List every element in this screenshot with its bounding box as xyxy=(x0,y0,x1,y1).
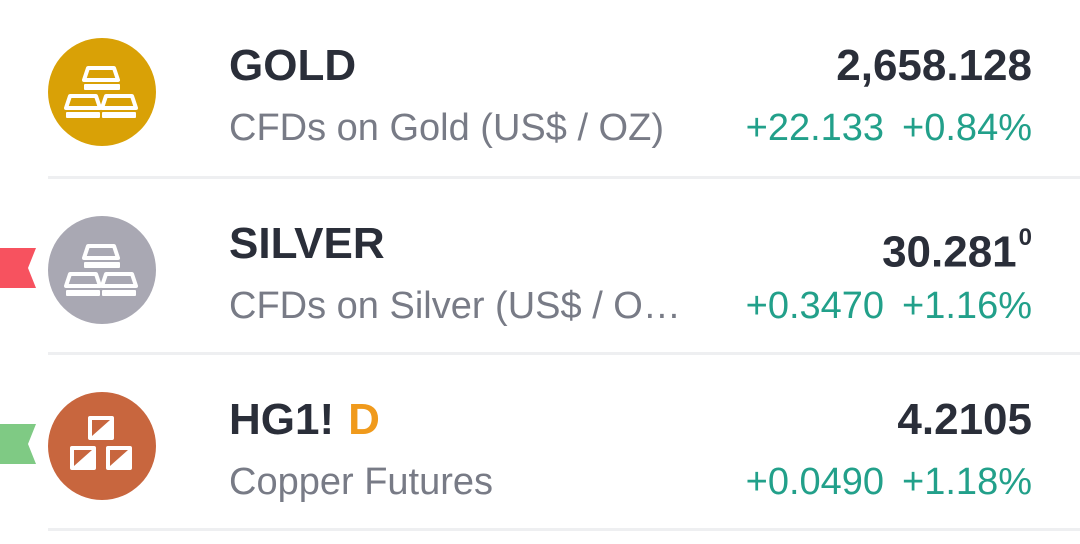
symbol-label: GOLD xyxy=(229,41,357,90)
price-change: +22.133 +0.84% xyxy=(746,104,1032,152)
change-percent: +1.16% xyxy=(902,285,1032,327)
green-flag-icon[interactable] xyxy=(0,424,36,464)
price-change: +0.3470 +1.16% xyxy=(746,282,1032,330)
gold-bars-icon xyxy=(48,38,156,146)
symbol-description: Copper Futures xyxy=(229,461,494,503)
symbol-label: HG1! D xyxy=(229,395,380,444)
change-value: +0.0490 xyxy=(745,461,885,503)
symbol-description: CFDs on Gold (US$ / OZ) xyxy=(229,107,664,149)
symbol-label: SILVER xyxy=(229,219,385,268)
delayed-badge: D xyxy=(348,395,380,444)
watchlist-row-gold[interactable]: GOLD CFDs on Gold (US$ / OZ) 2,658.128 +… xyxy=(0,0,1080,176)
last-price: 4.2105 xyxy=(897,395,1032,444)
row-divider xyxy=(48,528,1080,531)
watchlist: GOLD CFDs on Gold (US$ / OZ) 2,658.128 +… xyxy=(0,0,1080,544)
change-percent: +0.84% xyxy=(902,107,1032,149)
change-value: +0.3470 xyxy=(745,285,885,327)
change-percent: +1.18% xyxy=(902,461,1032,503)
price-change: +0.0490 +1.18% xyxy=(746,458,1032,506)
last-price: 2,658.128 xyxy=(836,41,1032,90)
symbol-description: CFDs on Silver (US$ / O… xyxy=(229,285,681,327)
last-price: 30.2810 xyxy=(882,224,1032,277)
change-value: +22.133 xyxy=(745,107,885,149)
price-superscript: 0 xyxy=(1018,224,1032,251)
copper-blocks-icon xyxy=(48,392,156,500)
watchlist-row-silver[interactable]: SILVER CFDs on Silver (US$ / O… 30.2810 … xyxy=(0,178,1080,354)
watchlist-row-hg1[interactable]: HG1! D Copper Futures 4.2105 +0.0490 +1.18… xyxy=(0,354,1080,530)
red-flag-icon[interactable] xyxy=(0,248,36,288)
silver-bars-icon xyxy=(48,216,156,324)
